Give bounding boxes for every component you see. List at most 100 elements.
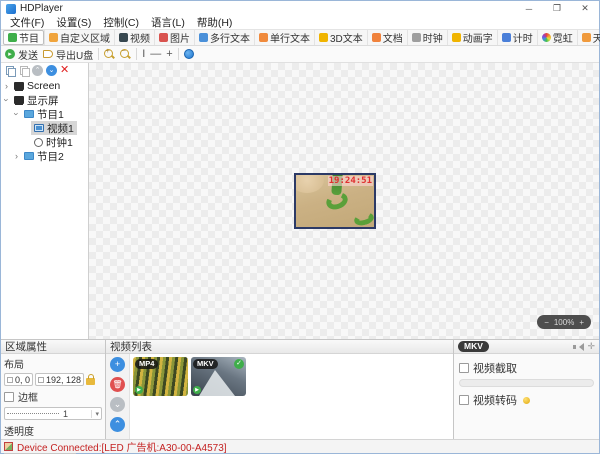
export-usb-button[interactable]: 导出U盘 [43, 47, 93, 62]
weather-icon [582, 33, 591, 42]
menu-file[interactable]: 文件(F) [5, 15, 49, 30]
menu-control[interactable]: 控制(C) [98, 15, 144, 30]
move-icon[interactable]: ✛ [587, 341, 595, 352]
design-canvas[interactable]: 19:24:51 − 100% + [89, 63, 599, 339]
ribbon-tab-bar: 节目 自定义区域 视频 图片 多行文本 单行文本 3D文本 文档 时钟 动画字 … [1, 29, 599, 46]
expand-arrow-icon[interactable]: › [2, 81, 11, 91]
send-button[interactable]: ▸ 发送 [5, 47, 38, 62]
tree-item-program1[interactable]: › 节目1 [1, 107, 88, 121]
program-icon [8, 33, 17, 42]
tab-program[interactable]: 节目 [3, 30, 44, 45]
tab-image[interactable]: 图片 [154, 30, 194, 45]
close-button[interactable]: ✕ [571, 1, 599, 16]
position-field[interactable]: 0, 0 [4, 373, 33, 386]
border-style-select[interactable]: 1 ▾ [4, 407, 102, 420]
tab-label: 节目 [19, 30, 39, 45]
collapse-arrow-icon[interactable]: › [12, 110, 22, 119]
tab-animated-text[interactable]: 动画字 [447, 30, 497, 45]
animated-text-icon [452, 33, 461, 42]
size-icon [38, 377, 44, 383]
file-properties-panel: MKV ✛ 视频截取 视频转码 [454, 340, 599, 439]
horizontal-line-tool[interactable]: — [150, 48, 161, 60]
menu-settings[interactable]: 设置(S) [51, 15, 96, 30]
move-up-button[interactable]: ⌃ [32, 65, 43, 76]
tab-document[interactable]: 文档 [367, 30, 407, 45]
file-properties-header: MKV ✛ [454, 340, 599, 354]
tab-weather[interactable]: 天气 [577, 30, 600, 45]
timer-icon [502, 33, 511, 42]
copy-button[interactable] [4, 65, 15, 76]
video-list-panel: 视频列表 + 🗑 ⌄ ⌃ MP4 ▶ MKV ✓ ▶ [106, 340, 454, 439]
zoom-minus-button[interactable]: − [544, 318, 549, 327]
status-bar: Device Connected:[LED 广告机:A30-00-A4573] [1, 439, 599, 453]
tab-label: 视频 [130, 30, 150, 45]
tree-item-label: 时钟1 [46, 135, 73, 150]
settings-dot-icon[interactable] [184, 49, 194, 59]
video-thumbnail-mkv[interactable]: MKV ✓ ▶ [191, 357, 246, 396]
speaker-icon[interactable] [573, 342, 583, 352]
menu-bar: 文件(F) 设置(S) 控制(C) 语言(L) 帮助(H) [1, 16, 599, 29]
move-down-button[interactable]: ⌄ [46, 65, 57, 76]
tree-item-display[interactable]: › 显示屏 [1, 93, 88, 107]
format-badge: MKV [193, 359, 218, 369]
video-transcode-checkbox[interactable] [459, 395, 469, 405]
crop-range-bar[interactable] [459, 379, 594, 387]
video-frame-hand [294, 173, 324, 193]
tree-item-screen[interactable]: › Screen [1, 79, 88, 93]
tab-label: 文档 [383, 30, 403, 45]
minimize-button[interactable]: ─ [515, 1, 543, 16]
border-checkbox[interactable] [4, 392, 14, 402]
bottom-panels: 区域属性 布局 0, 0 192, 128 边框 1 [1, 339, 599, 439]
format-pill: MKV [458, 341, 489, 352]
clock-overlay[interactable]: 19:24:51 [328, 176, 373, 186]
menu-help[interactable]: 帮助(H) [192, 15, 238, 30]
text-cursor-tool[interactable]: I [142, 48, 145, 60]
tab-multiline-text[interactable]: 多行文本 [194, 30, 254, 45]
zoom-plus-button[interactable]: + [579, 318, 584, 327]
paste-icon [20, 66, 28, 75]
tab-video[interactable]: 视频 [114, 30, 154, 45]
send-label: 发送 [18, 47, 38, 62]
expand-arrow-icon[interactable]: › [12, 151, 21, 161]
delete-video-button[interactable]: 🗑 [110, 377, 125, 392]
zoom-in-icon: + [106, 48, 110, 55]
zoom-in-button[interactable]: + [104, 49, 115, 60]
tab-timer[interactable]: 计时 [497, 30, 537, 45]
tab-label: 计时 [513, 30, 533, 45]
video-preview-region[interactable]: 19:24:51 [294, 173, 376, 229]
toolbar-separator [178, 48, 179, 60]
move-video-up-button[interactable]: ⌃ [110, 417, 125, 432]
neon-icon [542, 33, 551, 42]
maximize-button[interactable]: ❐ [543, 1, 571, 16]
tab-label: 自定义区域 [60, 30, 110, 45]
video-thumbnail-mp4[interactable]: MP4 ▶ [133, 357, 188, 396]
tree-item-program2[interactable]: › 节目2 [1, 149, 88, 163]
toolbar-separator [136, 48, 137, 60]
add-video-button[interactable]: + [110, 357, 125, 372]
tab-neon[interactable]: 霓虹 [537, 30, 577, 45]
tab-label: 3D文本 [330, 30, 363, 45]
tab-custom-area[interactable]: 自定义区域 [44, 30, 114, 45]
lock-icon[interactable] [86, 378, 95, 385]
move-video-down-button[interactable]: ⌄ [110, 397, 125, 412]
video-crop-checkbox[interactable] [459, 363, 469, 373]
tree-item-label: 节目2 [37, 149, 64, 164]
paste-button[interactable] [18, 65, 29, 76]
tree-item-video1[interactable]: 视频1 [1, 121, 88, 135]
video-transcode-option: 视频转码 [459, 392, 594, 408]
tree-item-clock1[interactable]: 时钟1 [1, 135, 88, 149]
tab-singleline-text[interactable]: 单行文本 [254, 30, 314, 45]
collapse-arrow-icon[interactable]: › [2, 96, 12, 105]
tab-3d-text[interactable]: 3D文本 [314, 30, 367, 45]
copy-icon [6, 66, 14, 75]
zoom-out-button[interactable]: − [120, 49, 131, 60]
menu-language[interactable]: 语言(L) [146, 15, 190, 30]
opacity-label: 透明度 [4, 423, 102, 438]
tab-clock[interactable]: 时钟 [407, 30, 447, 45]
delete-button[interactable]: ✕ [60, 65, 69, 76]
tab-label: 图片 [170, 30, 190, 45]
add-tool[interactable]: + [166, 48, 172, 60]
size-field[interactable]: 192, 128 [35, 373, 84, 386]
size-value: 192, 128 [46, 375, 81, 385]
screen-tree: › Screen › 显示屏 › 节目1 视频1 [1, 78, 88, 339]
